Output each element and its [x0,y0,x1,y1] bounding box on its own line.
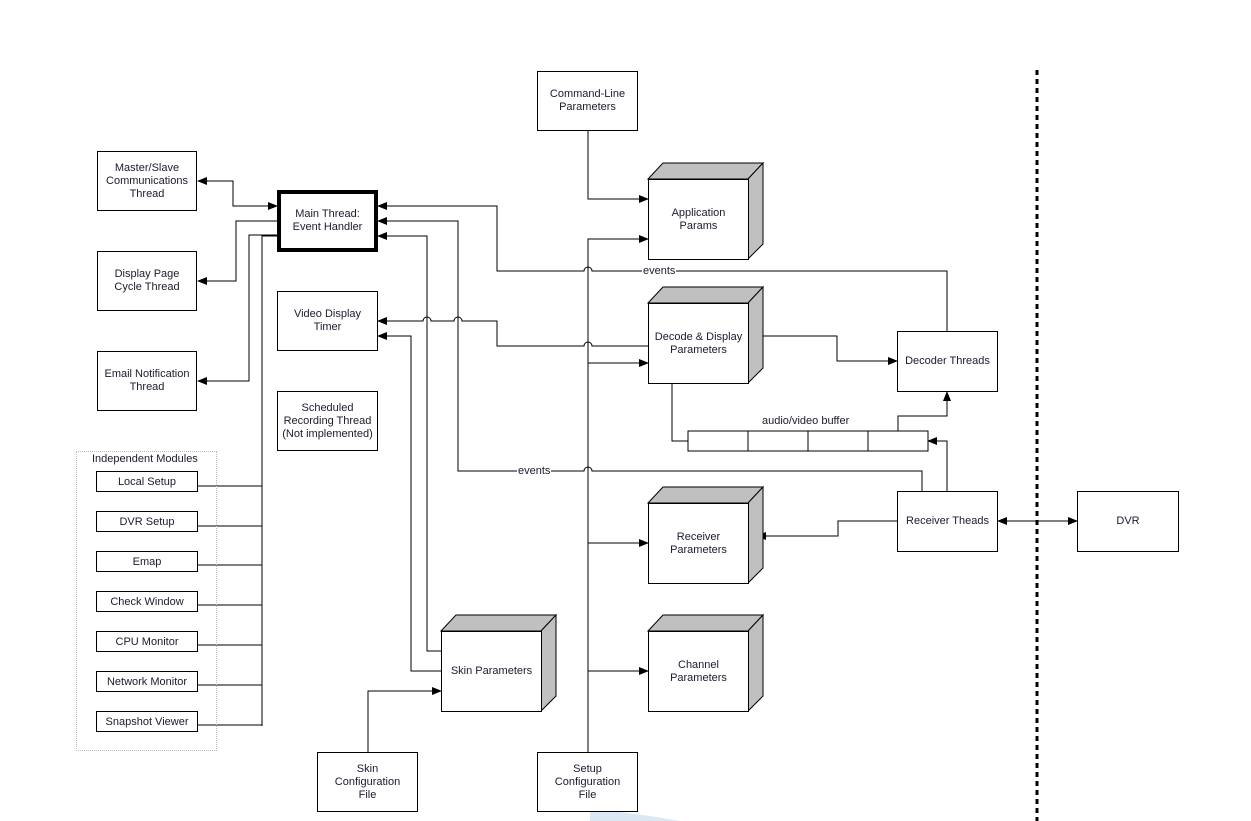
events-label-mid: events [517,465,552,477]
receiver-parameters-cube: Receiver Parameters [648,503,749,584]
edge-receiver-buffer [927,437,948,491]
module-network-monitor: Network Monitor [96,671,198,692]
module-local-setup: Local Setup [96,471,198,492]
display-page-cycle-thread-box: Display Page Cycle Thread [97,251,197,311]
module-emap: Emap [96,551,198,572]
dvr-box: DVR [1077,491,1179,552]
edge-decode-video [377,316,648,347]
edge-setup-bus [587,235,649,752]
module-check-window: Check Window [96,591,198,612]
module-cpu-monitor: CPU Monitor [96,631,198,652]
independent-modules-title: Independent Modules [92,453,198,465]
edge-decode-buffer [671,384,688,442]
email-notification-thread-box: Email Notification Thread [97,351,197,411]
edge-skin-main [377,232,441,652]
channel-parameters-cube: Channel Parameters [648,631,749,712]
edge-receiver-params [756,520,897,540]
skin-configuration-file-box: Skin Configuration File [317,752,418,812]
edge-skin-video [377,332,441,672]
module-snapshot-viewer: Snapshot Viewer [96,711,198,732]
edge-cmdline-app [587,131,649,203]
video-display-timer-box: Video Display Timer [277,291,378,351]
buffer-label: audio/video buffer [762,415,850,427]
edge-master-main [197,177,278,210]
edge-main-display [197,220,277,285]
receiver-threads-box: Receiver Theads [897,491,998,552]
scheduled-recording-thread-box: Scheduled Recording Thread (Not implemen… [277,391,378,451]
edge-decode-decoder [762,335,898,365]
command-line-parameters-box: Command-Line Parameters [537,71,638,131]
master-slave-thread-box: Master/Slave Communications Thread [97,151,197,211]
setup-configuration-file-box: Setup Configuration File [537,752,638,812]
decoder-threads-box: Decoder Threads [897,331,998,392]
decode-display-parameters-cube: Decode & Display Parameters [648,303,749,384]
edge-main-email [197,234,277,385]
edge-buffer-decoder [897,391,951,431]
skin-parameters-cube: Skin Parameters [441,631,542,712]
edge-main-modules [261,235,277,726]
events-label-top: events [642,265,677,277]
main-thread-box: Main Thread: Event Handler [277,190,378,252]
edge-skinconfig-skin [367,687,442,752]
module-dvr-setup: DVR Setup [96,511,198,532]
application-params-cube: Application Params [648,179,749,260]
